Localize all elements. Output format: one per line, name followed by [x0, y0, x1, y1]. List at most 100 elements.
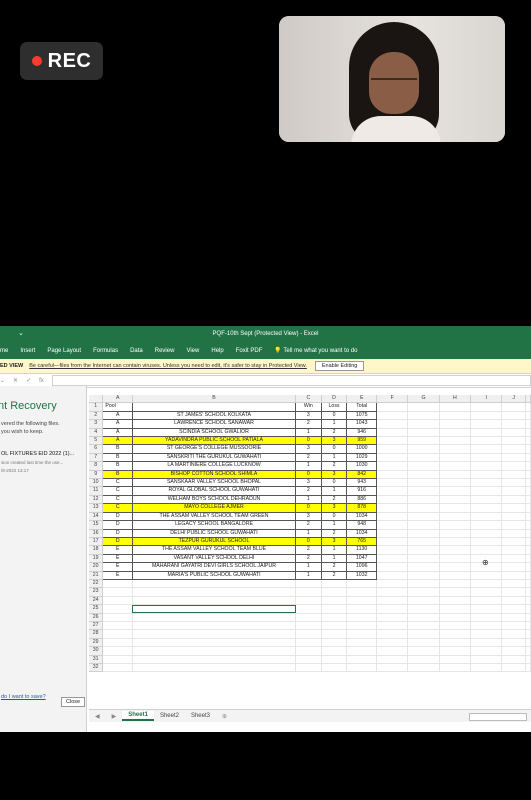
confirm-icon[interactable]: ✓	[26, 377, 31, 384]
cell[interactable]	[321, 613, 348, 622]
header-cell-name[interactable]	[132, 402, 297, 412]
cell[interactable]	[376, 587, 409, 597]
close-recovery-button[interactable]: Close	[61, 697, 86, 707]
cell[interactable]	[295, 663, 322, 673]
cell-school-name[interactable]: DELHI PUBLIC SCHOOL GUWAHATI	[132, 529, 297, 538]
cell-total[interactable]: 1034	[346, 512, 378, 522]
row-number[interactable]: 16	[89, 529, 104, 538]
cell[interactable]	[439, 520, 472, 530]
cell[interactable]	[407, 629, 440, 639]
cell[interactable]	[102, 596, 133, 606]
cell-school-name[interactable]: LEGACY SCHOOL BANGALORE	[132, 520, 297, 530]
cell-loss[interactable]: 3	[321, 436, 348, 446]
cell[interactable]	[346, 596, 378, 606]
cell[interactable]	[501, 436, 526, 446]
cell-loss[interactable]: 3	[321, 503, 348, 513]
cell[interactable]	[321, 663, 348, 673]
cell[interactable]	[470, 604, 503, 614]
cell[interactable]	[525, 663, 531, 673]
cell[interactable]	[525, 529, 531, 538]
cell-win[interactable]: 0	[295, 436, 322, 446]
cell-win[interactable]: 1	[295, 562, 322, 572]
cell-total[interactable]: 916	[346, 486, 378, 496]
cell-loss[interactable]: 3	[321, 537, 348, 547]
cell-school-name[interactable]: THE ASSAM VALLEY SCHOOL TEAM BLUE	[132, 545, 297, 555]
cell[interactable]	[407, 663, 440, 673]
cell[interactable]	[439, 629, 472, 639]
cell[interactable]	[439, 596, 472, 606]
cell[interactable]	[525, 537, 531, 547]
cell[interactable]	[439, 512, 472, 522]
row-number[interactable]: 13	[89, 503, 104, 513]
cell[interactable]	[376, 545, 409, 555]
cell[interactable]	[525, 646, 531, 656]
cell[interactable]	[376, 428, 409, 438]
cell[interactable]	[525, 444, 531, 454]
quick-access-icon[interactable]: ⌄	[18, 329, 24, 337]
cell-loss[interactable]: 0	[321, 478, 348, 488]
row-number[interactable]: 25	[89, 604, 104, 614]
ribbon-tab-0[interactable]: me	[0, 348, 8, 354]
cell-win[interactable]: 2	[295, 545, 322, 555]
cell[interactable]	[321, 629, 348, 639]
cell[interactable]	[321, 587, 348, 597]
cell-win[interactable]: 2	[295, 486, 322, 496]
cell[interactable]	[470, 579, 503, 589]
cell-pool[interactable]: D	[102, 512, 133, 522]
cell-total[interactable]: 1047	[346, 554, 378, 564]
cell[interactable]	[102, 604, 133, 614]
cell[interactable]	[407, 436, 440, 446]
cell[interactable]	[376, 655, 409, 665]
cell[interactable]	[470, 470, 503, 480]
cell-total[interactable]: 765	[346, 537, 378, 547]
cell[interactable]	[501, 554, 526, 564]
cell[interactable]	[525, 604, 531, 614]
cell-pool[interactable]: E	[102, 571, 133, 580]
cell[interactable]	[501, 562, 526, 572]
cell[interactable]	[407, 495, 440, 505]
row-number[interactable]: 6	[89, 444, 104, 454]
cell[interactable]	[525, 629, 531, 639]
cell[interactable]	[407, 419, 440, 429]
cell-win[interactable]: 2	[295, 419, 322, 429]
row-number[interactable]: 24	[89, 596, 104, 606]
cell-loss[interactable]: 2	[321, 562, 348, 572]
cell[interactable]	[439, 571, 472, 580]
row-number[interactable]: 20	[89, 562, 104, 572]
cell[interactable]	[407, 520, 440, 530]
cell[interactable]	[102, 621, 133, 631]
cell[interactable]	[439, 436, 472, 446]
header-cell-total[interactable]: Total	[346, 402, 378, 412]
cell[interactable]	[376, 503, 409, 513]
cell-pool[interactable]: B	[102, 453, 133, 463]
cell[interactable]	[439, 587, 472, 597]
cell[interactable]	[501, 537, 526, 547]
cell[interactable]	[501, 579, 526, 589]
cell-pool[interactable]: D	[102, 520, 133, 530]
cell[interactable]	[295, 613, 322, 622]
cell-win[interactable]: 1	[295, 495, 322, 505]
row-number[interactable]: 5	[89, 436, 104, 446]
cell-pool[interactable]: E	[102, 554, 133, 564]
cell[interactable]	[346, 629, 378, 639]
column-header[interactable]: A	[102, 395, 133, 404]
cell[interactable]	[470, 537, 503, 547]
cell[interactable]	[439, 554, 472, 564]
cell[interactable]	[407, 655, 440, 665]
cell-pool[interactable]: E	[102, 545, 133, 555]
cell[interactable]	[525, 571, 531, 580]
cell[interactable]	[376, 646, 409, 656]
cell-school-name[interactable]: MAYO COLLEGE AJMER	[132, 503, 297, 513]
cell[interactable]	[376, 554, 409, 564]
cell[interactable]	[407, 613, 440, 622]
sheet-tab-1[interactable]: Sheet1	[122, 711, 154, 721]
cell[interactable]	[376, 486, 409, 496]
cell[interactable]	[132, 629, 297, 639]
cell[interactable]	[501, 529, 526, 538]
cell-win[interactable]: 0	[295, 503, 322, 513]
cell[interactable]	[376, 638, 409, 648]
prev-sheet-icon[interactable]: ◀	[95, 713, 100, 720]
cell-total[interactable]: 1034	[346, 529, 378, 538]
cell[interactable]	[525, 621, 531, 631]
cell-win[interactable]: 3	[295, 478, 322, 488]
